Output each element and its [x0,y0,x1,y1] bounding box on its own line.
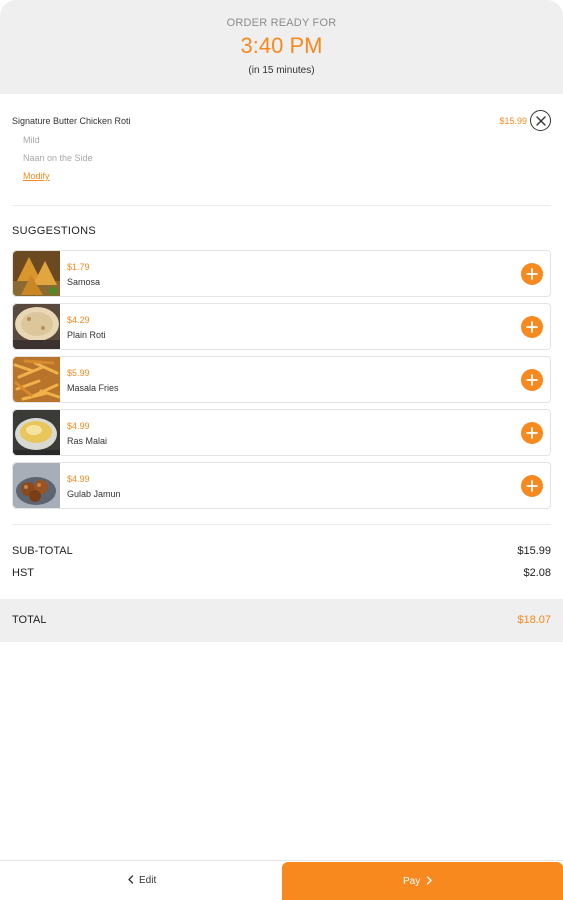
hst-label: HST [12,567,34,579]
suggestion-card-gulab-jamun[interactable]: $4.99 Gulab Jamun [12,462,551,509]
divider [12,524,551,525]
ready-time: 3:40 PM [240,33,323,58]
total-row: TOTAL $18.07 [0,599,563,642]
edit-button[interactable]: Edit [0,861,282,900]
plain-roti-image [13,304,60,349]
masala-fries-image [13,357,60,402]
add-suggestion-button[interactable] [521,475,543,497]
gulab-jamun-image [13,463,60,508]
remove-item-button[interactable] [530,110,551,131]
close-icon [536,116,546,126]
suggestion-price: $4.99 [67,421,90,431]
cart-item-name: Signature Butter Chicken Roti [12,116,131,126]
plus-icon [526,480,538,492]
chevron-right-icon [427,876,432,885]
suggestion-card-samosa[interactable]: $1.79 Samosa [12,250,551,297]
plus-icon [526,321,538,333]
suggestion-price: $4.29 [67,315,90,325]
suggestion-name: Masala Fries [67,383,119,393]
suggestion-card-masala-fries[interactable]: $5.99 Masala Fries [12,356,551,403]
total-label: TOTAL [12,614,47,626]
suggestions-list: $1.79 Samosa $4.29 Plain Roti $5.99 Masa… [12,250,551,515]
edit-button-content: Edit [127,875,156,886]
suggestion-price: $4.99 [67,474,90,484]
pay-button[interactable]: Pay [282,862,563,900]
samosa-image [13,251,60,296]
add-suggestion-button[interactable] [521,369,543,391]
add-suggestion-button[interactable] [521,263,543,285]
suggestion-price: $5.99 [67,368,90,378]
add-suggestion-button[interactable] [521,422,543,444]
suggestion-name: Samosa [67,277,101,287]
hst-row: HST $2.08 [12,567,551,579]
plus-icon [526,268,538,280]
plus-icon [526,427,538,439]
pay-button-label: Pay [403,876,421,887]
footer-actions: Edit Pay [0,860,563,900]
modify-link[interactable]: Modify [23,171,50,181]
cart-item-modifier: Mild [23,135,40,145]
cart-item-modifier: Naan on the Side [23,153,93,163]
ready-eta: (in 15 minutes) [248,65,315,76]
suggestion-card-ras-malai[interactable]: $4.99 Ras Malai [12,409,551,456]
order-ready-header: ORDER READY FOR 3:40 PM (in 15 minutes) [0,0,563,94]
suggestion-name: Gulab Jamun [67,489,121,499]
pay-button-content: Pay [403,876,433,887]
ras-malai-image [13,410,60,455]
suggestions-title: SUGGESTIONS [12,225,96,237]
hst-value: $2.08 [523,567,551,579]
suggestion-name: Plain Roti [67,330,106,340]
edit-button-label: Edit [139,875,157,886]
suggestion-card-plain-roti[interactable]: $4.29 Plain Roti [12,303,551,350]
subtotal-label: SUB-TOTAL [12,545,73,557]
cart-item: Signature Butter Chicken Roti Mild Naan … [12,110,551,206]
subtotal-value: $15.99 [517,545,551,557]
chevron-left-icon [128,875,134,884]
total-value: $18.07 [517,614,551,626]
plus-icon [526,374,538,386]
suggestion-price: $1.79 [67,262,90,272]
subtotal-row: SUB-TOTAL $15.99 [12,545,551,557]
suggestion-name: Ras Malai [67,436,108,446]
add-suggestion-button[interactable] [521,316,543,338]
cart-item-price: $15.99 [499,116,527,126]
order-ready-label: ORDER READY FOR [226,17,337,29]
